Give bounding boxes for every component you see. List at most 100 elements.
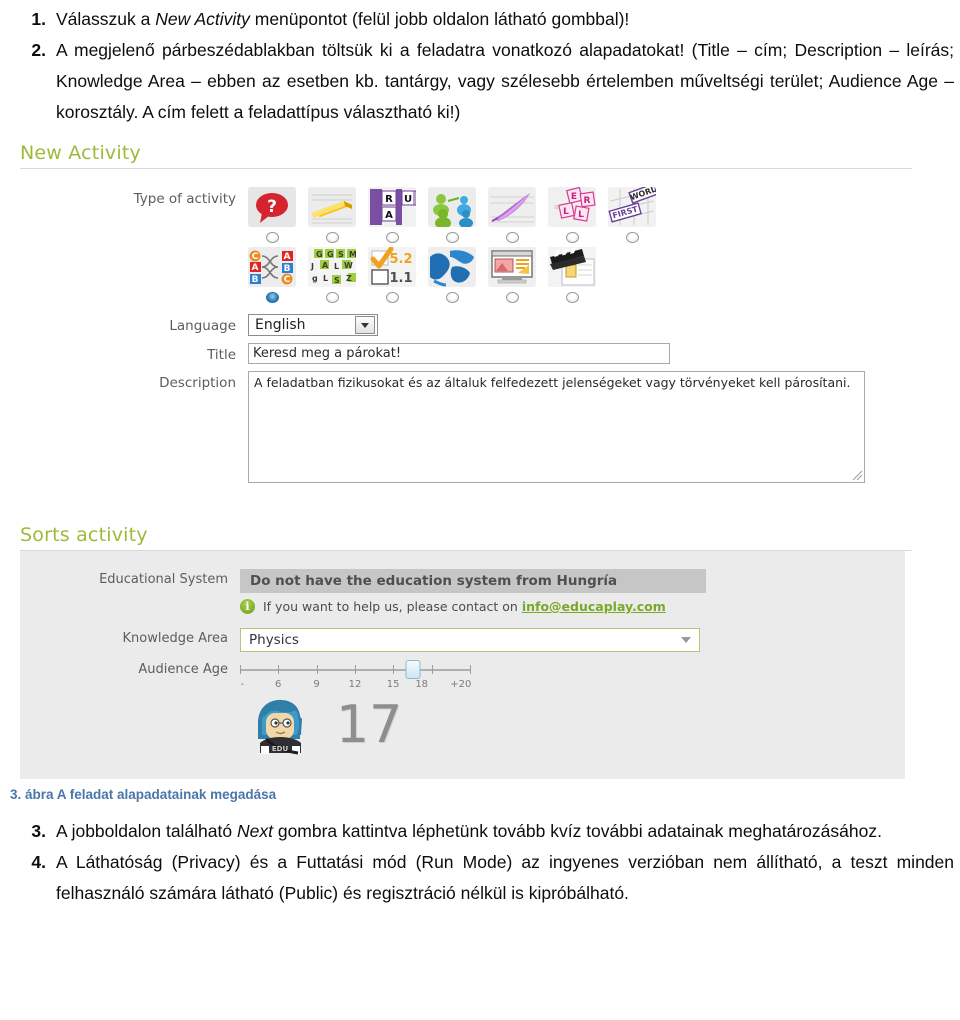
radio-button[interactable] xyxy=(565,232,579,243)
activity-type-option[interactable]: 5.2 1.1 xyxy=(368,247,428,305)
radio-button[interactable] xyxy=(445,232,459,243)
contact-email-link[interactable]: info@educaplay.com xyxy=(522,599,666,614)
language-select-control[interactable]: English xyxy=(248,314,378,336)
slider-track[interactable]: - 6 9 12 15 18 +20 xyxy=(240,660,471,690)
language-selected-value: English xyxy=(255,317,306,333)
knowledge-area-selected-value: Physics xyxy=(249,632,299,648)
map-quiz-radio-wrap[interactable] xyxy=(428,287,476,305)
matching-pairs-icon[interactable]: C A B A B C xyxy=(248,247,296,287)
test-radio-wrap[interactable] xyxy=(368,287,416,305)
list-item-text: A Láthatóság (Privacy) és a Futtatási mó… xyxy=(56,852,954,903)
title-input[interactable] xyxy=(248,343,670,364)
educational-system-label: Educational System xyxy=(99,572,228,587)
radio-button[interactable] xyxy=(505,232,519,243)
activity-type-option[interactable]: GGSM JALW gLSZ xyxy=(308,247,368,305)
language-select[interactable]: English xyxy=(248,314,378,336)
chevron-down-icon[interactable] xyxy=(355,316,375,334)
language-label: Language xyxy=(169,318,236,334)
slideshow-icon[interactable] xyxy=(488,247,536,287)
alphabet-soup-icon[interactable]: GGSM JALW gLSZ xyxy=(308,247,356,287)
educational-system-info: i If you want to help us, please contact… xyxy=(240,599,706,614)
matching-columns-icon[interactable] xyxy=(428,187,476,227)
word-search-icon[interactable]: WORL FIRST xyxy=(608,187,656,227)
svg-text:L: L xyxy=(563,207,569,217)
svg-text:?: ? xyxy=(267,197,277,217)
svg-text:a: a xyxy=(554,203,558,211)
radio-button[interactable] xyxy=(625,232,639,243)
activity-type-option[interactable] xyxy=(428,187,488,245)
activity-type-option[interactable]: ? xyxy=(248,187,308,245)
video-quiz-radio-wrap[interactable] xyxy=(548,287,596,305)
sorts-activity-heading: Sorts activity xyxy=(20,524,148,546)
fill-in-blanks-radio-wrap[interactable] xyxy=(308,227,356,245)
audience-age-preview: EDU 17 xyxy=(20,693,905,757)
svg-text:S: S xyxy=(338,250,344,259)
svg-text:L: L xyxy=(578,210,584,220)
activity-type-row-1: ? R U A E R L L a WORL FIRST xyxy=(248,187,960,245)
video-quiz-icon[interactable] xyxy=(548,247,596,287)
activity-type-option[interactable] xyxy=(308,187,368,245)
crossword-icon[interactable]: RUA xyxy=(368,187,416,227)
dictation-radio-wrap[interactable] xyxy=(488,227,536,245)
matching-pairs-radio-wrap[interactable] xyxy=(248,287,296,305)
list-item: 3. A jobboldalon található Next gombra k… xyxy=(26,816,954,847)
radio-button[interactable] xyxy=(325,232,339,243)
list-item: 4. A Láthatóság (Privacy) és a Futtatási… xyxy=(26,847,954,909)
type-of-activity-row: Type of activity ? R U A E R L L a WORL … xyxy=(20,187,960,307)
figure-caption: 3. ábra A feladat alapadatainak megadása xyxy=(10,787,277,802)
matching-columns-radio-wrap[interactable] xyxy=(428,227,476,245)
radio-button[interactable] xyxy=(565,292,579,303)
slider-handle[interactable] xyxy=(405,660,420,679)
fill-in-blanks-icon[interactable] xyxy=(308,187,356,227)
activity-type-option[interactable] xyxy=(548,247,608,305)
text-run: gombra kattintva léphetünk tovább kvíz t… xyxy=(272,821,882,841)
word-jumble-radio-wrap[interactable] xyxy=(548,227,596,245)
slider-tick xyxy=(278,665,280,674)
slider-tick xyxy=(355,665,356,674)
knowledge-area-label: Knowledge Area xyxy=(122,631,228,646)
instructions-bottom-list: 3. A jobboldalon található Next gombra k… xyxy=(0,802,960,909)
activity-type-option[interactable] xyxy=(488,247,548,305)
slideshow-radio-wrap[interactable] xyxy=(488,287,536,305)
svg-text:J: J xyxy=(310,262,314,271)
word-search-radio-wrap[interactable] xyxy=(608,227,656,245)
activity-type-option[interactable]: WORL FIRST xyxy=(608,187,668,245)
audience-age-slider[interactable]: - 6 9 12 15 18 +20 xyxy=(240,659,471,690)
crossword-radio-wrap[interactable] xyxy=(368,227,416,245)
description-textarea[interactable]: A feladatban fizikusokat és az általuk f… xyxy=(248,371,865,483)
map-quiz-icon[interactable] xyxy=(428,247,476,287)
activity-type-option[interactable]: ERLL a xyxy=(548,187,608,245)
text-run-italic: New Activity xyxy=(155,9,250,29)
audience-age-value: 17 xyxy=(336,695,403,755)
word-jumble-icon[interactable]: ERLL a xyxy=(548,187,596,227)
quiz-radio-wrap[interactable] xyxy=(248,227,296,245)
list-item: 2. A megjelenő párbeszédablakban töltsük… xyxy=(26,35,954,128)
dictation-icon[interactable] xyxy=(488,187,536,227)
svg-text:A: A xyxy=(252,263,259,273)
radio-button[interactable] xyxy=(505,292,519,303)
activity-type-row-2: C A B A B C G G S M J A L W g L S Z 5.2 … xyxy=(248,247,960,305)
activity-type-option[interactable] xyxy=(488,187,548,245)
radio-button[interactable] xyxy=(385,232,399,243)
activity-type-option-selected[interactable]: C A B A B C xyxy=(248,247,308,305)
list-item-text: A megjelenő párbeszédablakban töltsük ki… xyxy=(56,40,954,122)
knowledge-area-select[interactable]: Physics xyxy=(240,628,700,652)
quiz-icon[interactable]: ? xyxy=(248,187,296,227)
radio-button-selected[interactable] xyxy=(265,292,279,303)
svg-text:A: A xyxy=(284,252,291,262)
slider-tick xyxy=(470,665,471,674)
radio-button[interactable] xyxy=(265,232,279,243)
description-label: Description xyxy=(159,375,236,391)
chevron-down-icon[interactable] xyxy=(681,637,691,643)
radio-button[interactable] xyxy=(385,292,399,303)
activity-type-option[interactable] xyxy=(428,247,488,305)
list-item-text: Válasszuk a New Activity menüpontot (fel… xyxy=(56,4,954,35)
radio-button[interactable] xyxy=(325,292,339,303)
svg-text:1.1: 1.1 xyxy=(389,271,412,286)
list-item-number: 1. xyxy=(31,9,46,29)
test-icon[interactable]: 5.2 1.1 xyxy=(368,247,416,287)
description-row: Description A feladatban fizikusokat és … xyxy=(20,371,960,483)
activity-type-option[interactable]: RUA xyxy=(368,187,428,245)
alphabet-soup-radio-wrap[interactable] xyxy=(308,287,356,305)
radio-button[interactable] xyxy=(445,292,459,303)
